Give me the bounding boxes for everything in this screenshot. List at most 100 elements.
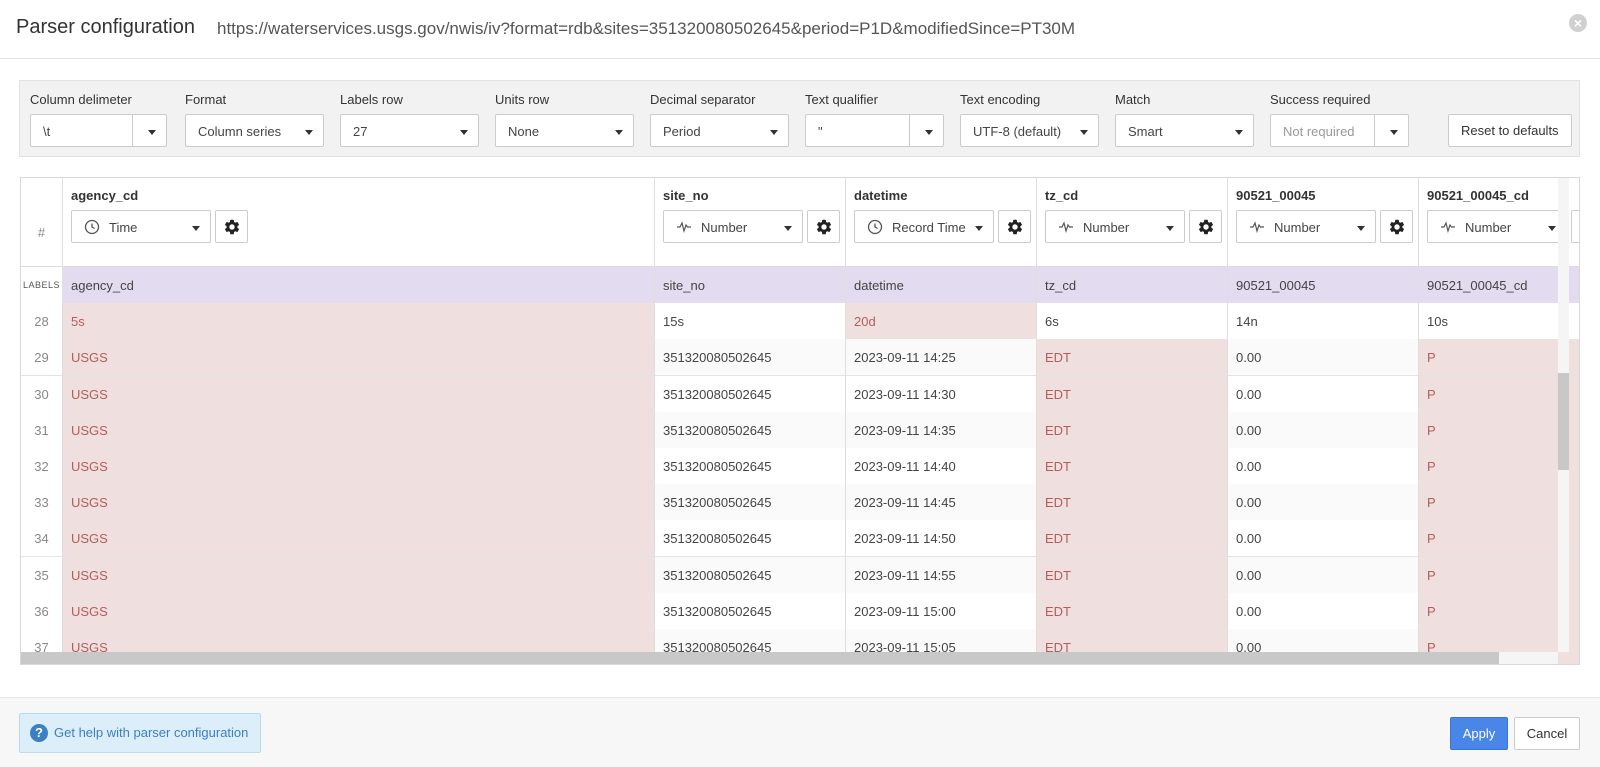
chevron-down-icon[interactable] [1390, 130, 1398, 135]
table-cell: 351320080502645 [655, 411, 845, 449]
table-cell: P [1419, 592, 1579, 630]
unit-cell: 6s [1037, 303, 1227, 341]
chevron-down-icon [770, 130, 778, 135]
match-label: Match [1115, 92, 1151, 107]
grid-column: datetime Record Time datetime 20d 2023-09-11… [846, 178, 1037, 664]
row-index-column: # LABELS 28 29 30 31 32 33 34 35 36 37 [21, 178, 63, 664]
table-cell: P [1419, 448, 1579, 485]
chevron-down-icon [1235, 130, 1243, 135]
column-delimeter-combo[interactable]: \t [30, 114, 167, 147]
column-header: 90521_00045_cd Number [1419, 178, 1579, 267]
table-cell: 2023-09-11 14:35 [846, 411, 1036, 449]
unit-cell: 15s [655, 303, 845, 341]
unit-cell: 14n [1228, 303, 1418, 341]
chevron-down-icon[interactable] [148, 130, 156, 135]
waveform-icon [1440, 219, 1456, 235]
column-settings-button[interactable] [807, 210, 840, 243]
success-required-combo[interactable]: Not required [1270, 114, 1409, 147]
table-cell: 0.00 [1228, 339, 1418, 377]
table-cell: P [1419, 484, 1579, 522]
column-header: 90521_00045 Number [1228, 178, 1418, 267]
labels-cell: tz_cd [1037, 267, 1227, 304]
column-settings-button[interactable] [1380, 210, 1413, 243]
table-cell: 351320080502645 [655, 520, 845, 558]
chevron-down-icon [784, 226, 792, 231]
table-cell: 0.00 [1228, 484, 1418, 522]
table-cell: EDT [1037, 411, 1227, 449]
table-cell: P [1419, 556, 1579, 594]
column-type-label: Number [1083, 220, 1130, 235]
row-index: 29 [21, 339, 62, 377]
row-index-hash: # [37, 225, 46, 240]
units-row-label: Units row [495, 92, 550, 107]
labels-cell: site_no [655, 267, 845, 304]
column-header: datetime Record Time [846, 178, 1036, 267]
chevron-down-icon [1080, 130, 1088, 135]
source-url: https://waterservices.usgs.gov/nwis/iv?f… [217, 19, 1076, 38]
dialog-footer: ? Get help with parser configuration Appl… [0, 697, 1600, 767]
grid-column: agency_cd Time agency_cd 5s USGS USGS USGS USGS… [63, 178, 655, 664]
success-required-label: Success required [1270, 92, 1371, 107]
column-name: 90521_00045 [1236, 188, 1316, 203]
table-cell: 351320080502645 [655, 484, 845, 522]
text-qualifier-combo[interactable]: " [805, 114, 944, 147]
format-value: Column series [198, 124, 282, 139]
text-qualifier-value: " [818, 124, 823, 139]
labels-row-tag: LABELS [21, 267, 62, 304]
row-index: 35 [21, 556, 62, 594]
column-type-select[interactable]: Number [1427, 210, 1567, 243]
vertical-scrollbar-thumb[interactable] [1558, 373, 1569, 470]
chevron-down-icon[interactable] [925, 130, 933, 135]
match-select[interactable]: Smart [1115, 114, 1254, 147]
table-cell: EDT [1037, 556, 1227, 594]
column-settings-button[interactable] [215, 210, 248, 243]
column-type-select[interactable]: Number [1045, 210, 1185, 243]
decimal-separator-select[interactable]: Period [650, 114, 789, 147]
success-required-placeholder: Not required [1283, 124, 1355, 139]
chevron-down-icon [1357, 226, 1365, 231]
close-icon[interactable]: × [1569, 14, 1587, 32]
help-label: Get help with parser configuration [54, 725, 249, 740]
format-label: Format [185, 92, 227, 107]
labels-row-select[interactable]: 27 [340, 114, 479, 147]
help-button[interactable]: ? Get help with parser configuration [19, 713, 262, 753]
grid-column: 90521_00045 Number 90521_00045 14n 0.00 0.00 0… [1228, 178, 1419, 664]
table-cell: P [1419, 411, 1579, 449]
table-cell: USGS [63, 339, 654, 377]
table-cell: 0.00 [1228, 592, 1418, 630]
text-encoding-value: UTF-8 (default) [973, 124, 1062, 139]
column-settings-button[interactable] [998, 210, 1031, 243]
table-cell: 2023-09-11 14:40 [846, 448, 1036, 485]
horizontal-scrollbar-thumb[interactable] [21, 652, 1499, 664]
apply-button[interactable]: Apply [1450, 717, 1508, 750]
row-index: 34 [21, 520, 62, 558]
text-encoding-select[interactable]: UTF-8 (default) [960, 114, 1099, 147]
chevron-down-icon [975, 226, 983, 231]
reset-to-defaults-button[interactable]: Reset to defaults [1448, 114, 1572, 147]
dialog-header: Parser configuration https://waterservic… [0, 0, 1600, 59]
column-type-select[interactable]: Record Time [854, 210, 994, 243]
table-cell: 0.00 [1228, 520, 1418, 558]
unit-cell: 5s [63, 303, 654, 341]
decimal-separator-value: Period [663, 124, 701, 139]
column-type-select[interactable]: Number [1236, 210, 1376, 243]
table-cell: EDT [1037, 448, 1227, 485]
labels-cell: agency_cd [63, 267, 654, 304]
grid-column: site_no Number site_no 15s 351320080502645 35… [655, 178, 846, 664]
column-settings-button[interactable] [1189, 210, 1222, 243]
table-cell: USGS [63, 592, 654, 630]
table-cell: 351320080502645 [655, 592, 845, 630]
table-cell: 2023-09-11 14:45 [846, 484, 1036, 522]
cancel-button[interactable]: Cancel [1514, 717, 1580, 750]
column-settings-button[interactable] [1571, 210, 1579, 243]
row-index-header: # [21, 178, 62, 267]
column-type-select[interactable]: Time [71, 210, 211, 243]
table-cell: USGS [63, 411, 654, 449]
table-cell: P [1419, 375, 1579, 413]
table-cell: 0.00 [1228, 411, 1418, 449]
grid-column: 90521_00045_cd Number 90521_00045_cd 10s P P P… [1419, 178, 1579, 664]
table-cell: P [1419, 339, 1579, 377]
format-select[interactable]: Column series [185, 114, 324, 147]
column-type-select[interactable]: Number [663, 210, 803, 243]
units-row-select[interactable]: None [495, 114, 634, 147]
